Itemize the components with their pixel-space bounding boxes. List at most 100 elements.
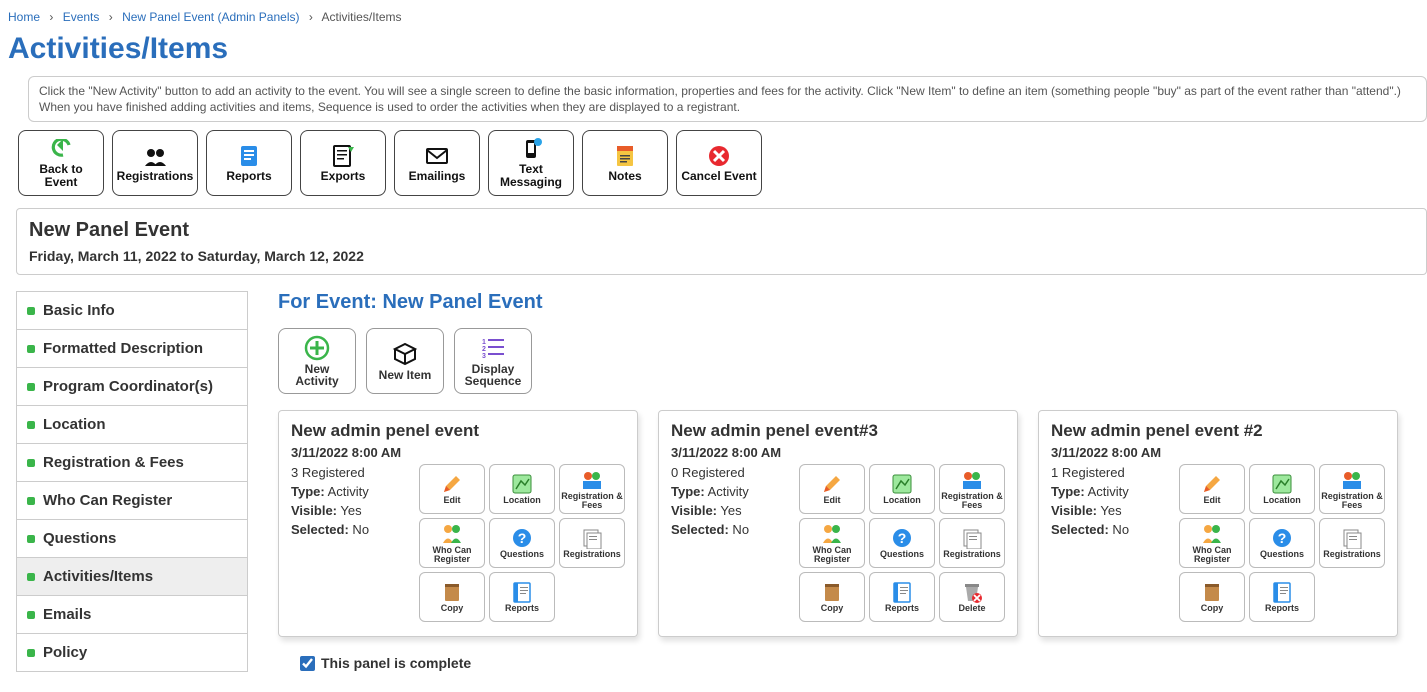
sidebar-item-label: Location [43, 416, 106, 433]
status-dot-icon [27, 535, 35, 543]
reports-button[interactable]: Reports [869, 572, 935, 622]
sidebar-item-label: Activities/Items [43, 568, 153, 585]
edit-button[interactable]: Edit [419, 464, 485, 514]
sidebar-item-label: Basic Info [43, 302, 115, 319]
card-registered: 3 Registered [291, 464, 409, 483]
card-visible: Visible: Yes [671, 502, 789, 521]
copy-button[interactable]: Copy [799, 572, 865, 622]
panel-complete-label[interactable]: This panel is complete [321, 655, 471, 671]
location-button[interactable]: Location [1249, 464, 1315, 514]
card-title: New admin penel event [291, 421, 625, 441]
sidebar-item-formatted-description[interactable]: Formatted Description [17, 330, 247, 368]
registration-fees-label: Registration & Fees [561, 492, 623, 510]
panel-complete-row: This panel is complete [300, 655, 1427, 671]
registrations-button[interactable]: Registrations [1319, 518, 1385, 568]
card-selected: Selected: No [1051, 521, 1169, 540]
emailings-button[interactable]: Emailings [394, 130, 480, 196]
breadcrumb-home[interactable]: Home [8, 10, 40, 24]
status-dot-icon [27, 649, 35, 657]
sidebar-item-emails[interactable]: Emails [17, 596, 247, 634]
registration-fees-button[interactable]: Registration & Fees [1319, 464, 1385, 514]
display-sequence-label: Display Sequence [459, 363, 527, 388]
reports-button[interactable]: Reports [206, 130, 292, 196]
location-icon [511, 473, 533, 495]
card-date: 3/11/2022 8:00 AM [291, 445, 625, 460]
sidebar-item-registration-fees[interactable]: Registration & Fees [17, 444, 247, 482]
reports-button[interactable]: Reports [1249, 572, 1315, 622]
text-messaging-button[interactable]: Text Messaging [488, 130, 574, 196]
card-selected: Selected: No [671, 521, 789, 540]
copy-button[interactable]: Copy [419, 572, 485, 622]
who-can-register-button[interactable]: Who Can Register [419, 518, 485, 568]
card-selected: Selected: No [291, 521, 409, 540]
card-date: 3/11/2022 8:00 AM [671, 445, 1005, 460]
location-button[interactable]: Location [489, 464, 555, 514]
sidebar-item-basic-info[interactable]: Basic Info [17, 292, 247, 330]
sidebar-item-policy[interactable]: Policy [17, 634, 247, 671]
questions-button[interactable]: Questions [1249, 518, 1315, 568]
registration-fees-button[interactable]: Registration & Fees [559, 464, 625, 514]
for-event-heading: For Event: New Panel Event [278, 291, 1427, 314]
questions-button[interactable]: Questions [489, 518, 555, 568]
reports-button[interactable]: Reports [489, 572, 555, 622]
event-date-range: Friday, March 11, 2022 to Saturday, Marc… [29, 248, 1414, 264]
activity-cards: New admin penel event 3/11/2022 8:00 AM … [278, 410, 1427, 637]
status-dot-icon [27, 573, 35, 581]
who-can-register-icon [821, 523, 843, 545]
exports-button[interactable]: Exports [300, 130, 386, 196]
reports-icon [511, 581, 533, 603]
questions-icon [891, 527, 913, 549]
registrations-button[interactable]: Registrations [559, 518, 625, 568]
breadcrumb-events[interactable]: Events [63, 10, 100, 24]
sidebar-item-location[interactable]: Location [17, 406, 247, 444]
main-content: For Event: New Panel Event New Activity … [278, 291, 1427, 671]
edit-button[interactable]: Edit [1179, 464, 1245, 514]
reports-label: Reports [1265, 604, 1299, 613]
edit-label: Edit [1204, 496, 1221, 505]
edit-icon [821, 473, 843, 495]
edit-icon [441, 473, 463, 495]
sidebar-item-label: Questions [43, 530, 116, 547]
chevron-right-icon: › [309, 10, 313, 24]
new-activity-button[interactable]: New Activity [278, 328, 356, 394]
new-item-button[interactable]: New Item [366, 328, 444, 394]
who-can-register-button[interactable]: Who Can Register [1179, 518, 1245, 568]
registrations-icon [581, 527, 603, 549]
back-to-event-button[interactable]: Back to Event [18, 130, 104, 196]
questions-label: Questions [880, 550, 924, 559]
location-button[interactable]: Location [869, 464, 935, 514]
registration-fees-label: Registration & Fees [1321, 492, 1383, 510]
sidebar-item-label: Program Coordinator(s) [43, 378, 213, 395]
notes-button[interactable]: Notes [582, 130, 668, 196]
registration-fees-icon [581, 469, 603, 491]
notes-icon [613, 144, 637, 168]
registrations-button[interactable]: Registrations [112, 130, 198, 196]
sidebar-item-questions[interactable]: Questions [17, 520, 247, 558]
registration-fees-label: Registration & Fees [941, 492, 1003, 510]
registrations-button[interactable]: Registrations [939, 518, 1005, 568]
activity-card: New admin penel event 3/11/2022 8:00 AM … [278, 410, 638, 637]
who-can-register-label: Who Can Register [801, 546, 863, 564]
copy-icon [821, 581, 843, 603]
status-dot-icon [27, 459, 35, 467]
sidebar-item-program-coordinator-s-[interactable]: Program Coordinator(s) [17, 368, 247, 406]
sidebar-item-who-can-register[interactable]: Who Can Register [17, 482, 247, 520]
who-can-register-label: Who Can Register [421, 546, 483, 564]
copy-button[interactable]: Copy [1179, 572, 1245, 622]
questions-button[interactable]: Questions [869, 518, 935, 568]
card-actions: Edit Location Registration & Fees Who Ca… [419, 464, 625, 622]
delete-label: Delete [958, 604, 985, 613]
panel-complete-checkbox[interactable] [300, 656, 315, 671]
breadcrumb-event-link[interactable]: New Panel Event (Admin Panels) [122, 10, 299, 24]
edit-button[interactable]: Edit [799, 464, 865, 514]
registration-fees-button[interactable]: Registration & Fees [939, 464, 1005, 514]
cancel-event-button[interactable]: Cancel Event [676, 130, 762, 196]
edit-label: Edit [444, 496, 461, 505]
delete-button[interactable]: Delete [939, 572, 1005, 622]
display-sequence-button[interactable]: Display Sequence [454, 328, 532, 394]
location-icon [891, 473, 913, 495]
info-box: Click the "New Activity" button to add a… [28, 76, 1427, 122]
sidebar-item-activities-items[interactable]: Activities/Items [17, 558, 247, 596]
activity-card: New admin penel event#3 3/11/2022 8:00 A… [658, 410, 1018, 637]
who-can-register-button[interactable]: Who Can Register [799, 518, 865, 568]
